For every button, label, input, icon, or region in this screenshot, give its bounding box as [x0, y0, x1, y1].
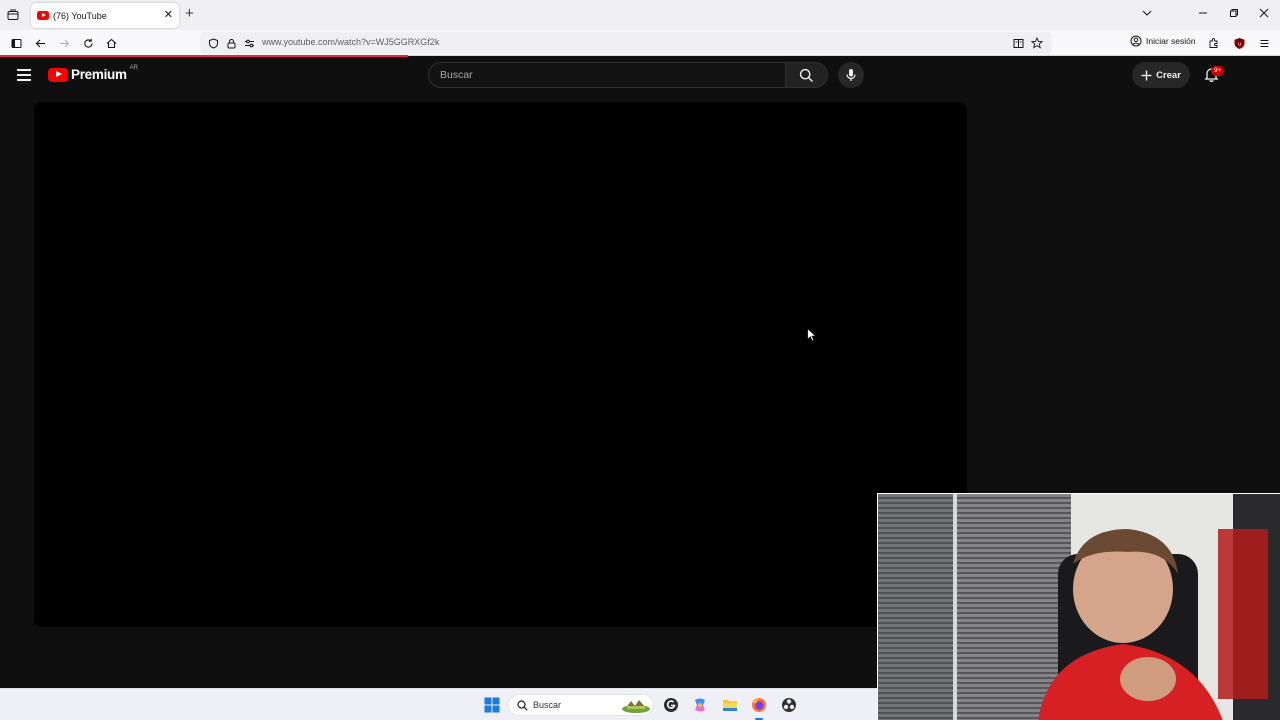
close-window-icon[interactable] [1259, 6, 1269, 22]
search-icon [799, 68, 813, 82]
svg-text:u: u [1238, 41, 1241, 47]
minimize-icon[interactable] [1198, 6, 1208, 22]
voice-search-button[interactable] [838, 62, 864, 88]
windows-start-icon[interactable] [483, 696, 501, 714]
account-icon [1130, 35, 1142, 47]
extensions-icon[interactable] [1205, 34, 1223, 52]
browser-app-icon[interactable] [662, 696, 680, 714]
hamburger-icon[interactable] [17, 69, 31, 81]
chevron-down-icon[interactable] [1142, 6, 1152, 22]
create-label: Crear [1156, 69, 1181, 81]
youtube-favicon [37, 11, 49, 20]
signin-button[interactable]: Iniciar sesión [1130, 35, 1196, 47]
search-icon [517, 700, 528, 711]
mic-icon [846, 69, 856, 81]
mouse-cursor-icon [807, 328, 817, 342]
tab-list-icon[interactable] [4, 6, 22, 24]
windows-taskbar: Buscar [0, 688, 877, 720]
search-input[interactable]: Buscar [428, 62, 786, 88]
url-text[interactable]: www.youtube.com/watch?v=WJ5GGRXGf2k [262, 37, 439, 47]
plus-icon [1141, 70, 1152, 80]
tab-title: (76) YouTube [53, 10, 107, 21]
url-bar[interactable]: www.youtube.com/watch?v=WJ5GGRXGf2k [200, 32, 1052, 54]
close-icon[interactable]: ✕ [164, 8, 173, 22]
taskbar-search[interactable]: Buscar [508, 694, 654, 716]
bookmark-star-icon[interactable] [1028, 34, 1046, 52]
country-code: AR [129, 64, 139, 71]
webcam-overlay [877, 493, 1280, 720]
youtube-play-icon [48, 67, 68, 82]
menu-icon[interactable] [1255, 34, 1273, 52]
taskbar-search-label: Buscar [533, 700, 562, 710]
search-button[interactable] [786, 62, 828, 88]
youtube-premium-logo[interactable]: Premium AR [48, 64, 139, 82]
search-placeholder: Buscar [440, 69, 473, 81]
notification-badge: 9+ [1211, 66, 1225, 76]
permissions-icon[interactable] [240, 34, 258, 52]
signin-label: Iniciar sesión [1146, 36, 1196, 46]
file-explorer-icon[interactable] [721, 696, 739, 714]
reader-view-icon[interactable] [1009, 34, 1027, 52]
forward-icon[interactable] [55, 34, 73, 52]
sidebar-icon[interactable] [7, 34, 25, 52]
logo-text: Premium [71, 67, 127, 82]
shield-icon[interactable] [204, 34, 222, 52]
lock-icon[interactable] [222, 34, 240, 52]
ublock-icon[interactable]: u [1230, 34, 1248, 52]
restore-icon[interactable] [1229, 6, 1239, 22]
back-icon[interactable] [31, 34, 49, 52]
widgets-icon [622, 700, 650, 713]
create-button[interactable]: Crear [1132, 62, 1190, 88]
home-icon[interactable] [102, 34, 120, 52]
reload-icon[interactable] [79, 34, 97, 52]
browser-tab-youtube[interactable]: (76) YouTube ✕ [31, 3, 179, 28]
obs-icon[interactable] [780, 696, 798, 714]
browser-tab-bar: (76) YouTube ✕ + [0, 0, 1280, 30]
plus-icon[interactable]: + [185, 6, 194, 22]
copilot-icon[interactable] [691, 696, 709, 714]
browser-nav-bar: www.youtube.com/watch?v=WJ5GGRXGf2k Inic… [0, 30, 1280, 56]
video-player[interactable] [34, 102, 967, 627]
firefox-icon[interactable] [750, 696, 768, 714]
